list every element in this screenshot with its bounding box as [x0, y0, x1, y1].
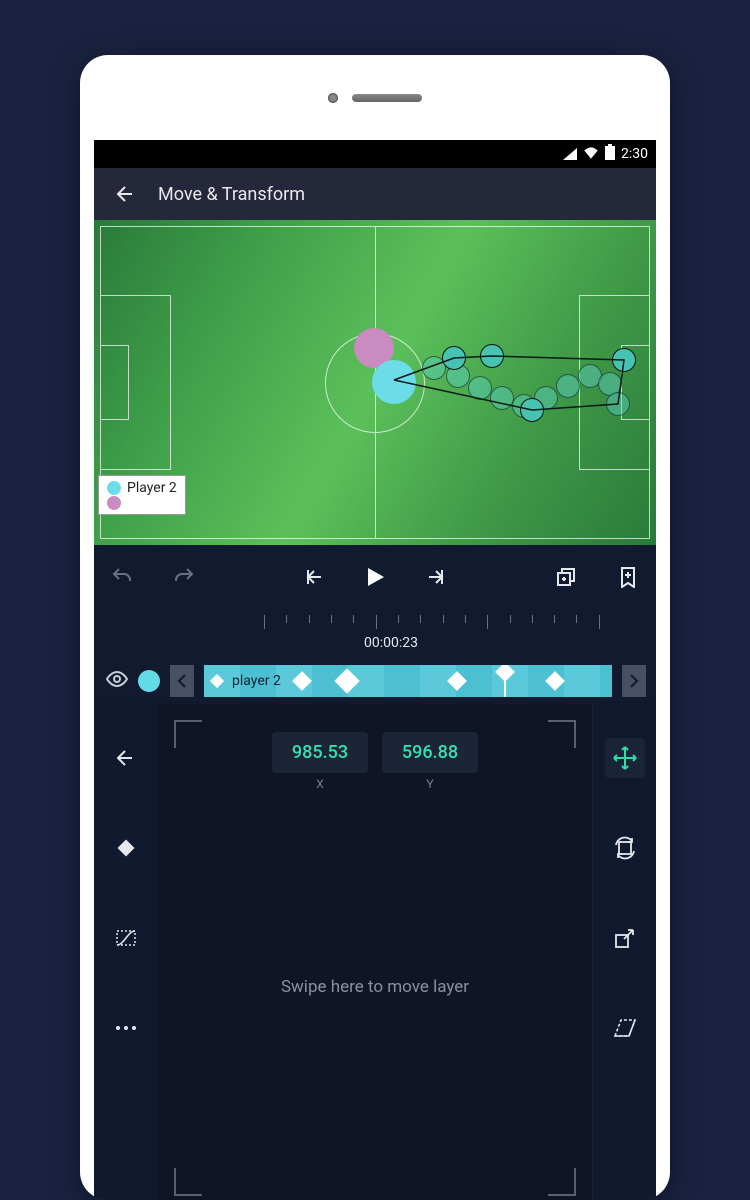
bookmark-add-button[interactable]	[612, 566, 644, 588]
app-bar: Move & Transform	[94, 168, 656, 220]
keyframe-tool-button[interactable]	[106, 828, 146, 868]
right-tool-column	[592, 704, 656, 1200]
scale-tool-button[interactable]	[605, 918, 645, 958]
prev-keyframe-button[interactable]	[297, 565, 329, 589]
wifi-icon	[583, 145, 599, 163]
keyframe-marker[interactable]	[210, 674, 224, 688]
visibility-toggle[interactable]	[106, 668, 128, 694]
status-bar: 2:30	[94, 140, 656, 168]
device-speaker	[352, 94, 422, 102]
timecode-value: 00:00:23	[364, 635, 418, 651]
y-value-input[interactable]: 596.88	[382, 732, 478, 773]
timeline-scroll-right[interactable]	[622, 665, 646, 697]
legend-panel: Player 2	[98, 475, 186, 515]
timeline-ruler[interactable]	[94, 609, 656, 635]
timeline-clip[interactable]: player 2	[204, 665, 612, 697]
keyframe-marker[interactable]	[292, 671, 312, 691]
keyframe-marker[interactable]	[545, 671, 565, 691]
duplicate-button[interactable]	[550, 566, 582, 588]
frame-corner-icon	[548, 720, 576, 748]
path-node[interactable]	[490, 386, 514, 410]
playhead[interactable]	[504, 665, 506, 697]
next-keyframe-button[interactable]	[421, 565, 453, 589]
signal-icon	[563, 148, 577, 160]
path-keynode[interactable]	[520, 398, 544, 422]
path-node[interactable]	[468, 376, 492, 400]
undo-button[interactable]	[106, 565, 138, 589]
app-screen: 2:30 Move & Transform	[94, 140, 656, 1200]
path-keynode[interactable]	[612, 348, 636, 372]
redo-button[interactable]	[168, 565, 200, 589]
rotate-tool-button[interactable]	[605, 828, 645, 868]
layer-color-dot[interactable]	[138, 670, 160, 692]
legend-swatch-pink	[107, 496, 121, 510]
legend-swatch-cyan	[107, 481, 121, 495]
back-button[interactable]	[110, 182, 142, 206]
player-marker-cyan[interactable]	[372, 360, 416, 404]
playback-toolbar	[94, 545, 656, 609]
x-value-input[interactable]: 985.53	[272, 732, 368, 773]
swipe-hint-label: Swipe here to move layer	[158, 977, 592, 997]
timeline-scroll-left[interactable]	[170, 665, 194, 697]
frame-corner-icon	[548, 1168, 576, 1196]
path-keynode[interactable]	[480, 344, 504, 368]
clip-label: player 2	[232, 673, 281, 689]
timeline-track: player 2	[94, 661, 656, 701]
status-time: 2:30	[621, 146, 648, 162]
device-camera	[328, 93, 338, 103]
panel-back-button[interactable]	[106, 738, 146, 778]
keyframe-marker-active[interactable]	[334, 668, 359, 693]
frame-corner-icon	[174, 720, 202, 748]
path-node[interactable]	[606, 392, 630, 416]
more-button[interactable]	[106, 1008, 146, 1048]
path-keynode[interactable]	[442, 346, 466, 370]
transform-touchpad[interactable]: 985.53 X 596.88 Y Swipe here to move lay…	[158, 704, 592, 1200]
x-axis-label: X	[272, 777, 368, 791]
frame-corner-icon	[174, 1168, 202, 1196]
video-preview[interactable]: Player 2	[94, 220, 656, 545]
move-tool-button[interactable]	[605, 738, 645, 778]
skew-tool-button[interactable]	[605, 1008, 645, 1048]
easing-tool-button[interactable]	[106, 918, 146, 958]
tablet-frame: 2:30 Move & Transform	[80, 55, 670, 1200]
play-button[interactable]	[359, 566, 391, 588]
page-title: Move & Transform	[158, 184, 305, 205]
battery-icon	[605, 144, 615, 164]
device-speaker-row	[80, 55, 670, 140]
transform-panel: 985.53 X 596.88 Y Swipe here to move lay…	[94, 704, 656, 1200]
timecode-display: 00:00:23	[94, 635, 656, 661]
legend-label-player2: Player 2	[127, 480, 177, 496]
left-tool-column	[94, 704, 158, 1200]
keyframe-marker[interactable]	[447, 671, 467, 691]
path-node[interactable]	[556, 374, 580, 398]
y-axis-label: Y	[382, 777, 478, 791]
